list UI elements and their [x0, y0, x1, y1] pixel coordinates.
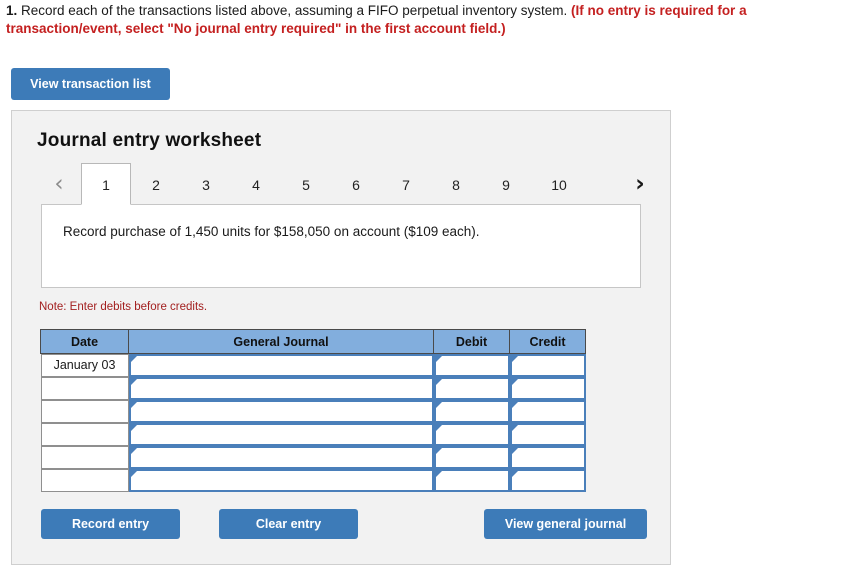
question-instruction: 1. Record each of the transactions liste… — [6, 2, 864, 38]
clear-entry-button[interactable]: Clear entry — [219, 509, 358, 539]
table-header-row: Date General Journal Debit Credit — [40, 329, 586, 354]
chevron-left-icon[interactable]: ‹ — [47, 171, 71, 197]
general-journal-cell[interactable] — [128, 469, 434, 492]
table-row — [40, 446, 586, 469]
column-header-debit: Debit — [433, 329, 510, 354]
credit-cell[interactable] — [509, 469, 586, 492]
date-cell[interactable] — [40, 400, 129, 423]
column-header-credit: Credit — [509, 329, 586, 354]
panel-title: Journal entry worksheet — [37, 130, 262, 151]
date-cell[interactable]: January 03 — [40, 354, 129, 377]
column-header-date: Date — [40, 329, 129, 354]
debit-cell[interactable] — [433, 377, 510, 400]
journal-entry-worksheet-panel: Journal entry worksheet ‹ 1 2 3 4 5 6 7 8 9 10 › … — [11, 110, 671, 565]
table-row — [40, 423, 586, 446]
credit-cell[interactable] — [509, 377, 586, 400]
worksheet-tab-4[interactable]: 4 — [231, 163, 281, 205]
table-row: January 03 — [40, 354, 586, 377]
general-journal-cell[interactable] — [128, 377, 434, 400]
general-journal-cell[interactable] — [128, 400, 434, 423]
worksheet-tab-7[interactable]: 7 — [381, 163, 431, 205]
instruction-black-text: Record each of the transactions listed a… — [17, 3, 572, 18]
credit-cell[interactable] — [509, 446, 586, 469]
debit-cell[interactable] — [433, 423, 510, 446]
debits-before-credits-note: Note: Enter debits before credits. — [39, 301, 208, 313]
credit-cell[interactable] — [509, 423, 586, 446]
view-general-journal-button[interactable]: View general journal — [484, 509, 647, 539]
date-cell[interactable] — [40, 469, 129, 492]
question-number: 1. — [6, 3, 18, 18]
transaction-description-text: Record purchase of 1,450 units for $158,… — [63, 224, 480, 239]
table-row — [40, 469, 586, 492]
worksheet-tab-3[interactable]: 3 — [181, 163, 231, 205]
worksheet-tab-bar: ‹ 1 2 3 4 5 6 7 8 9 10 › — [37, 163, 652, 205]
debit-cell[interactable] — [433, 354, 510, 377]
table-row — [40, 400, 586, 423]
journal-entry-table: Date General Journal Debit Credit Januar… — [40, 329, 586, 492]
worksheet-tab-9[interactable]: 9 — [481, 163, 531, 205]
worksheet-tab-2[interactable]: 2 — [131, 163, 181, 205]
general-journal-cell[interactable] — [128, 423, 434, 446]
debit-cell[interactable] — [433, 446, 510, 469]
credit-cell[interactable] — [509, 354, 586, 377]
credit-cell[interactable] — [509, 400, 586, 423]
worksheet-tab-1[interactable]: 1 — [81, 163, 131, 205]
view-transaction-list-button[interactable]: View transaction list — [11, 68, 170, 100]
general-journal-cell[interactable] — [128, 446, 434, 469]
general-journal-cell[interactable] — [128, 354, 434, 377]
date-cell[interactable] — [40, 377, 129, 400]
worksheet-tab-6[interactable]: 6 — [331, 163, 381, 205]
table-row — [40, 377, 586, 400]
worksheet-tab-10[interactable]: 10 — [531, 163, 587, 205]
debit-cell[interactable] — [433, 400, 510, 423]
worksheet-tab-8[interactable]: 8 — [431, 163, 481, 205]
record-entry-button[interactable]: Record entry — [41, 509, 180, 539]
debit-cell[interactable] — [433, 469, 510, 492]
chevron-right-icon[interactable]: › — [628, 171, 652, 197]
transaction-description-box: Record purchase of 1,450 units for $158,… — [41, 204, 641, 288]
worksheet-tab-5[interactable]: 5 — [281, 163, 331, 205]
date-cell[interactable] — [40, 446, 129, 469]
date-cell[interactable] — [40, 423, 129, 446]
column-header-general-journal: General Journal — [128, 329, 434, 354]
